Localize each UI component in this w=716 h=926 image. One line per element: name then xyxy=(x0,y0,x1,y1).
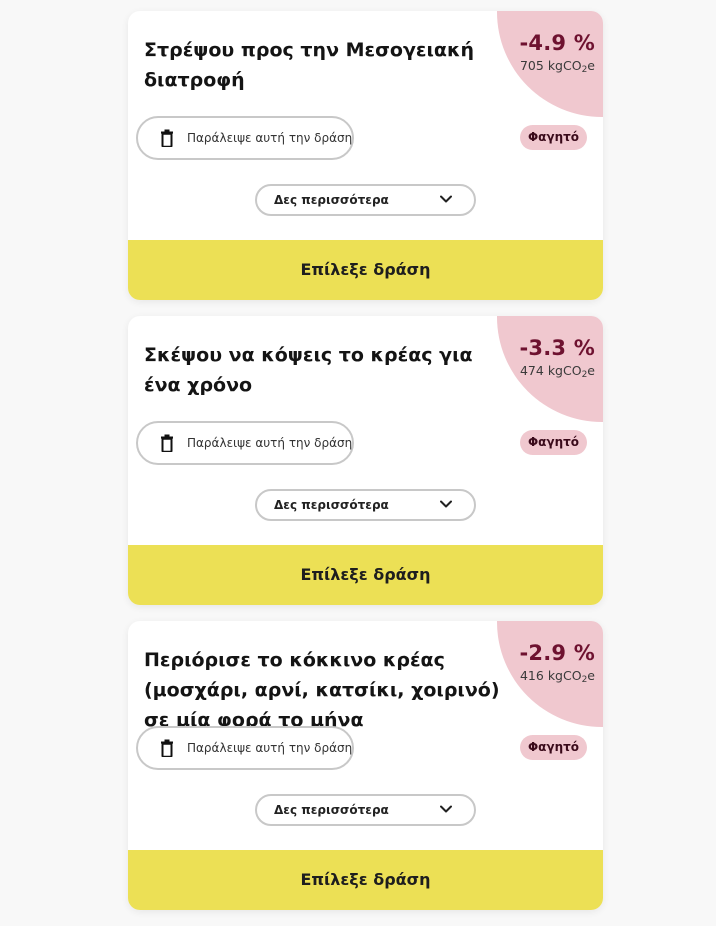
impact-amount: 705 kgCO xyxy=(519,58,582,73)
impact-badge: -2.9 % 416 kgCO2e xyxy=(520,641,595,688)
impact-percent: -3.3 % xyxy=(519,336,595,360)
impact-unit-suffix: e xyxy=(587,58,595,73)
select-action-button[interactable]: Επίλεξε δράση xyxy=(128,545,603,605)
impact-unit-suffix: e xyxy=(587,363,595,378)
see-more-label: Δες περισσότερα xyxy=(274,498,389,512)
chevron-down-icon xyxy=(440,195,452,203)
see-more-button[interactable]: Δες περισσότερα xyxy=(255,794,476,826)
see-more-label: Δες περισσότερα xyxy=(274,193,389,207)
skip-action-button[interactable]: Παράλειψε αυτή την δράση xyxy=(136,421,354,465)
impact-percent: -4.9 % xyxy=(519,31,595,55)
impact-percent: -2.9 % xyxy=(519,641,595,665)
impact-amount: 474 kgCO xyxy=(519,363,582,378)
trash-icon xyxy=(161,129,173,147)
skip-action-label: Παράλειψε αυτή την δράση xyxy=(187,741,353,755)
select-action-button[interactable]: Επίλεξε δράση xyxy=(128,850,603,910)
action-title: Σκέψου να κόψεις το κρέας για ένα χρόνο xyxy=(144,344,473,396)
action-title: Περιόρισε το κόκκινο κρέας (μοσχάρι, αρν… xyxy=(144,649,500,731)
see-more-button[interactable]: Δες περισσότερα xyxy=(255,489,476,521)
trash-icon xyxy=(161,739,173,757)
see-more-label: Δες περισσότερα xyxy=(274,803,389,817)
trash-icon xyxy=(161,434,173,452)
skip-action-button[interactable]: Παράλειψε αυτή την δράση xyxy=(136,116,354,160)
action-title: Στρέψου προς την Μεσογειακή διατροφή xyxy=(144,39,474,91)
skip-action-button[interactable]: Παράλειψε αυτή την δράση xyxy=(136,726,354,770)
skip-action-label: Παράλειψε αυτή την δράση xyxy=(187,131,353,145)
category-badge: Φαγητό xyxy=(520,430,587,455)
category-badge: Φαγητό xyxy=(520,125,587,150)
action-list: -4.9 % 705 kgCO2e Στρέψου προς την Μεσογ… xyxy=(128,11,603,926)
category-badge: Φαγητό xyxy=(520,735,587,760)
action-card: -3.3 % 474 kgCO2e Σκέψου να κόψεις το κρ… xyxy=(128,316,603,605)
action-card: -4.9 % 705 kgCO2e Στρέψου προς την Μεσογ… xyxy=(128,11,603,300)
select-action-button[interactable]: Επίλεξε δράση xyxy=(128,240,603,300)
impact-badge: -4.9 % 705 kgCO2e xyxy=(520,31,595,78)
chevron-down-icon xyxy=(440,500,452,508)
impact-amount: 416 kgCO xyxy=(519,668,582,683)
chevron-down-icon xyxy=(440,805,452,813)
action-card: -2.9 % 416 kgCO2e Περιόρισε το κόκκινο κ… xyxy=(128,621,603,910)
impact-unit-suffix: e xyxy=(587,668,595,683)
see-more-button[interactable]: Δες περισσότερα xyxy=(255,184,476,216)
impact-emissions: 705 kgCO2e xyxy=(520,58,595,78)
skip-action-label: Παράλειψε αυτή την δράση xyxy=(187,436,353,450)
impact-emissions: 416 kgCO2e xyxy=(520,668,595,688)
impact-emissions: 474 kgCO2e xyxy=(520,363,595,383)
impact-badge: -3.3 % 474 kgCO2e xyxy=(520,336,595,383)
